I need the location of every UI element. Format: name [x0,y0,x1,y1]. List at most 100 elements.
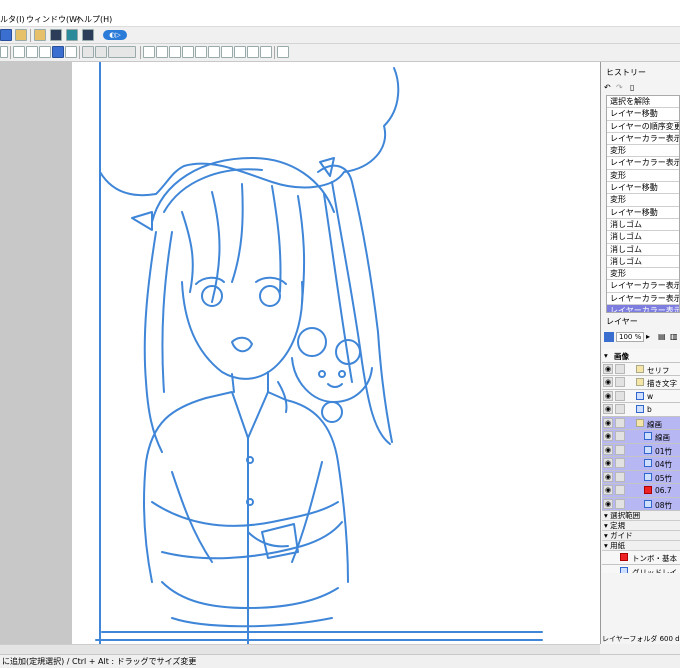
history-item[interactable]: 消しゴム [607,219,679,232]
history-item[interactable]: 変形 [607,145,679,158]
layer-row[interactable]: ◉ 04竹 [602,457,680,471]
save-icon[interactable] [50,29,62,41]
fill-tool-icon[interactable] [169,46,181,58]
drawing-canvas[interactable] [72,62,600,644]
menu-window[interactable]: ウィンドウ(W) [26,14,80,25]
frame-tool-icon[interactable] [260,46,272,58]
eyedropper-tool-icon[interactable] [182,46,194,58]
eraser-tool-icon[interactable] [156,46,168,58]
eye-icon[interactable]: ◉ [603,363,613,374]
select-pen-icon[interactable] [52,46,64,58]
layer-color-icon[interactable] [604,332,614,342]
palette-icon[interactable] [15,29,27,41]
layer-row[interactable]: ◉ 01竹 [602,443,680,457]
history-item[interactable]: 消しゴム [607,256,679,269]
add-folder-icon[interactable]: ▥ [670,332,678,341]
undo-icon[interactable]: ↶ [604,83,611,92]
select-cross-icon[interactable] [26,46,38,58]
history-list[interactable]: 選択を解除レイヤー移動レイヤーの順序変更レイヤーカラー表示の切変形レイヤーカラー… [606,95,680,313]
history-item[interactable]: レイヤーカラー表示の切 [607,293,679,306]
redo-icon[interactable]: ↷ [616,83,623,92]
horizontal-scrollbar[interactable] [0,644,600,654]
lock-icon[interactable] [615,431,625,441]
lock-icon[interactable] [615,444,625,455]
eye-icon[interactable]: ◉ [603,485,613,495]
history-item[interactable]: 変形 [607,268,679,281]
tone-tool-icon[interactable] [221,46,233,58]
history-item[interactable]: レイヤーの順序変更 [607,121,679,133]
layer-icon [644,459,652,467]
layer-group-header[interactable]: ▾ 選択範囲 [602,511,680,521]
eye-icon[interactable]: ◉ [603,417,613,428]
paper-layer-row[interactable]: グリッドレイ [602,564,680,573]
layer-row[interactable]: ◉ 05竹 [602,470,680,484]
arrow-right-icon[interactable]: ▸ [646,332,650,341]
layer-row[interactable]: ◉ w [602,389,680,403]
cleanup-tool-icon[interactable]: ◐▷ [103,30,127,40]
lock-icon[interactable] [615,404,625,414]
history-item[interactable]: レイヤーカラー表示の切 [607,280,679,293]
history-item[interactable]: 消しゴム [607,244,679,256]
cross-tool-icon[interactable] [234,46,246,58]
history-item[interactable]: 選択を解除 [607,96,679,109]
history-item[interactable]: 変形 [607,194,679,207]
layer-row[interactable]: ◉ セリフ [602,362,680,376]
select-lasso-icon[interactable] [39,46,51,58]
eye-icon[interactable]: ◉ [603,458,613,468]
menu-filter[interactable]: ルタ(I) [0,14,25,25]
eye-icon[interactable]: ◉ [603,431,613,441]
history-item[interactable]: レイヤーカラー表示の切 [607,157,679,170]
lock-icon[interactable] [615,377,625,387]
scroll-left-icon[interactable] [0,46,8,58]
lock-icon[interactable] [615,363,625,374]
history-menu-icon[interactable]: ▯ [630,83,634,92]
history-item[interactable]: 消しゴム [607,231,679,244]
play-icon[interactable] [82,29,94,41]
pen-tool-icon[interactable] [143,46,155,58]
layer-footer: レイヤーフォルダ 600 dpi,ル [602,635,680,643]
lock-icon[interactable] [615,498,625,509]
layer-row[interactable]: ◉ 線画 [602,430,680,444]
layer-group-header[interactable]: ▾ 用紙 [602,541,680,551]
layer-row[interactable]: ◉ 08竹 [602,497,680,511]
layer-row[interactable]: ◉ 描き文字 [602,376,680,390]
layer-row[interactable]: ◉ 06.7 [602,484,680,498]
layer-zoom[interactable]: 100 % [616,332,645,342]
select-rect-icon[interactable] [13,46,25,58]
eye-icon[interactable]: ◉ [603,498,613,509]
blur-tool-icon[interactable] [208,46,220,58]
export-icon[interactable] [66,29,78,41]
lock-icon[interactable] [615,485,625,495]
history-item[interactable]: レイヤー移動 [607,207,679,219]
history-item[interactable]: レイヤーカラー表示の切 [607,133,679,146]
eye-icon[interactable]: ◉ [603,444,613,455]
history-item[interactable]: 変形 [607,170,679,183]
layer-row[interactable]: ◉ b [602,403,680,417]
lock-icon[interactable] [615,458,625,468]
layer-group-header[interactable]: ▾ 定規 [602,521,680,531]
brush-tool-icon[interactable] [195,46,207,58]
layer-row[interactable]: ◉ 線画 [602,416,680,430]
layer-group-header[interactable]: ▾ ガイド [602,531,680,541]
lock-icon[interactable] [615,471,625,482]
ruler-tool-icon[interactable] [247,46,259,58]
eye-icon[interactable]: ◉ [603,471,613,482]
layer-row[interactable]: ▾ 画像 [602,349,680,363]
history-item[interactable]: レイヤーカラー表示の [607,305,679,312]
open-folder-icon[interactable] [34,29,46,41]
select-grid-icon[interactable] [65,46,77,58]
lock-icon[interactable] [615,417,625,428]
panel-toggle-icon[interactable] [277,46,289,58]
eye-icon[interactable]: ◉ [603,377,613,387]
eye-icon[interactable]: ◉ [603,390,613,401]
eye-icon[interactable]: ◉ [603,404,613,414]
layer-list[interactable]: ▾ 画像 ◉ セリフ ◉ 描き文字 ◉ w ◉ b ◉ 線画 ◉ 線画 ◉ 01竹 ◉ 04竹 ◉ 05竹 ◉ 06.7 ◉… [602,349,680,573]
history-item[interactable]: レイヤー移動 [607,182,679,195]
paper-layer-row[interactable]: トンボ・基本 [602,551,680,565]
new-file-icon[interactable] [0,29,12,41]
new-layer-icon[interactable]: ▤ [658,332,666,341]
lock-icon[interactable] [615,390,625,401]
menu-help[interactable]: ヘルプ(H) [76,14,112,25]
history-item[interactable]: レイヤー移動 [607,108,679,121]
expand-icon[interactable]: ▾ [604,351,608,360]
